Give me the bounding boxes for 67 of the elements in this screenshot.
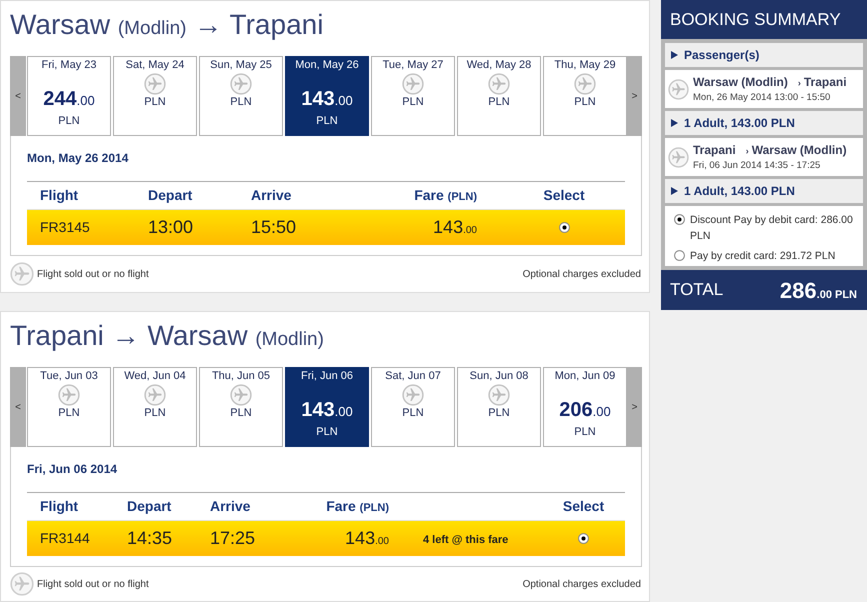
- date-tile[interactable]: Fri, Jun 06 143.00 PLN: [285, 367, 369, 447]
- plane-icon: [10, 572, 34, 596]
- flight-time: Mon, 26 May 2014 13:00 - 15:50: [693, 90, 832, 104]
- total-amount: 286.00 PLN: [780, 276, 857, 304]
- charges-note: Optional charges excluded: [522, 268, 641, 282]
- date-tile[interactable]: Sun, Jun 08 PLN: [457, 367, 541, 447]
- date-tile[interactable]: Thu, Jun 05 PLN: [199, 367, 283, 447]
- column-header: Depart: [127, 497, 172, 516]
- previous-button[interactable]: <: [10, 56, 26, 136]
- fare-amount: 143.00: [432, 216, 477, 239]
- column-header: Depart: [148, 186, 194, 205]
- date-tile[interactable]: Tue, Jun 03 PLN: [27, 367, 111, 447]
- date-tile[interactable]: Wed, May 28 PLN: [457, 56, 541, 136]
- column-header: Fare (PLN): [413, 186, 477, 205]
- date-tile[interactable]: Thu, May 29 PLN: [543, 56, 627, 136]
- date-tile[interactable]: Mon, Jun 09 206.00 PLN: [543, 367, 627, 447]
- flight-number: FR3144: [39, 529, 91, 548]
- plane-icon: [10, 262, 34, 286]
- seats-left-note: 4 left @ this fare: [423, 534, 508, 546]
- flight-row[interactable]: FR3145 13:00 15:50 143.00: [27, 210, 625, 245]
- radio-button[interactable]: [578, 533, 589, 544]
- summary-header: BOOKING SUMMARY: [661, 0, 867, 39]
- radio-button[interactable]: [674, 250, 685, 261]
- column-header: Fare (PLN): [325, 497, 389, 516]
- legend-text: Flight sold out or no flight: [37, 268, 149, 282]
- selected-date: Fri, Jun 06 2014: [27, 461, 118, 478]
- date-tile[interactable]: Mon, May 26 143.00 PLN: [285, 56, 369, 136]
- previous-button[interactable]: <: [10, 367, 26, 447]
- next-button[interactable]: >: [627, 367, 642, 447]
- date-tile[interactable]: Wed, Jun 04 PLN: [113, 367, 197, 447]
- selected-date: Mon, May 26 2014: [27, 150, 130, 167]
- summary-toggle[interactable]: 1 Adult, 143.00 PLN: [665, 179, 863, 203]
- column-header: Arrive: [210, 497, 252, 516]
- total-label: TOTAL: [670, 279, 724, 302]
- legend-text: Flight sold out or no flight: [37, 578, 149, 592]
- radio-button[interactable]: [674, 214, 685, 225]
- flight-time: Fri, 06 Jun 2014 14:35 - 17:25: [693, 158, 822, 172]
- arrival-time: 17:25: [210, 527, 256, 550]
- column-header: Select: [562, 497, 606, 516]
- radio-button[interactable]: [558, 222, 570, 233]
- route-text: Warsaw (Modlin) › Trapani: [693, 74, 847, 90]
- date-tile[interactable]: Sat, Jun 07 PLN: [371, 367, 455, 447]
- route-text: Trapani › Warsaw (Modlin): [693, 142, 847, 158]
- route-title: Warsaw (Modlin) → Trapani: [10, 8, 324, 42]
- charges-note: Optional charges excluded: [522, 578, 641, 592]
- date-tile[interactable]: Fri, May 23 244.00 PLN: [27, 56, 111, 136]
- flight-row[interactable]: FR3144 14:35 17:25 143.00 4 left @ this fare: [27, 521, 625, 556]
- departure-time: 14:35: [127, 527, 174, 550]
- departure-time: 13:00: [148, 216, 194, 239]
- fare-amount: 143.00: [344, 527, 389, 550]
- next-button[interactable]: >: [627, 56, 642, 136]
- arrival-time: 15:50: [251, 216, 298, 239]
- date-tile[interactable]: Tue, May 27 PLN: [371, 56, 455, 136]
- plane-icon: [668, 146, 689, 168]
- payment-label: Discount Pay by debit card: 286.00 PLN: [690, 213, 854, 244]
- payment-label: Pay by credit card: 291.72 PLN: [690, 249, 836, 264]
- flight-number: FR3145: [39, 218, 91, 237]
- summary-toggle[interactable]: Passenger(s): [665, 43, 863, 67]
- route-title: Trapani → Warsaw (Modlin): [10, 319, 325, 353]
- plane-icon: [668, 78, 689, 100]
- column-header: Flight: [39, 186, 80, 205]
- column-header: Arrive: [251, 186, 292, 205]
- column-header: Flight: [39, 497, 80, 516]
- date-tile[interactable]: Sat, May 24 PLN: [113, 56, 197, 136]
- date-tile[interactable]: Sun, May 25 PLN: [199, 56, 283, 136]
- column-header: Select: [542, 186, 586, 205]
- summary-toggle[interactable]: 1 Adult, 143.00 PLN: [665, 111, 863, 135]
